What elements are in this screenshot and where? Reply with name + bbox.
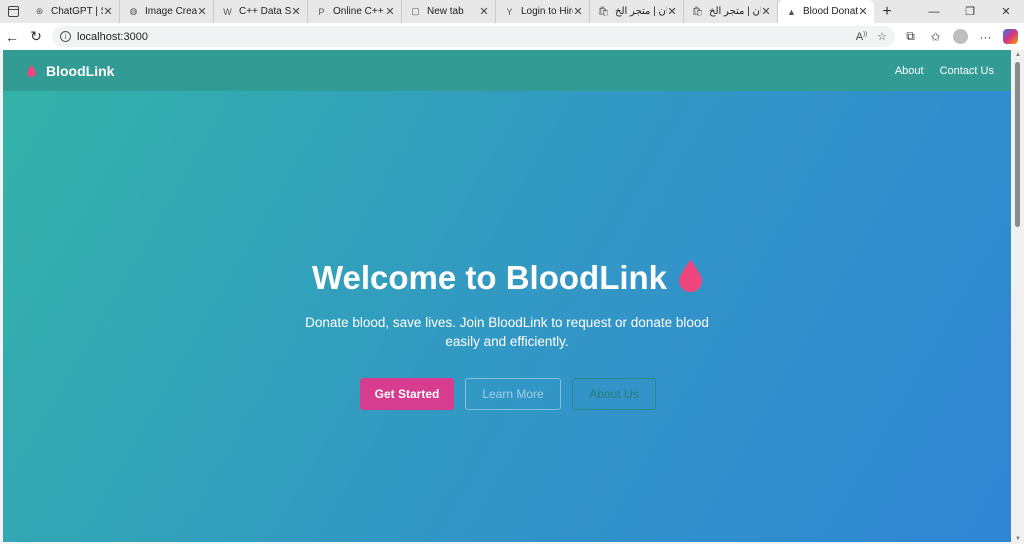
nav-links: About Contact Us: [895, 65, 994, 77]
y-icon: Y: [506, 6, 513, 17]
tab-title: Blood Donatio: [803, 6, 858, 17]
close-tab-icon[interactable]: ✕: [573, 5, 583, 18]
compiler-icon: P: [318, 6, 325, 17]
browser-tab[interactable]: Y Login to Hire F✕: [496, 0, 590, 23]
w3-icon: W: [223, 6, 232, 17]
hero-title: Welcome to BloodLink: [3, 259, 1011, 297]
profile-avatar[interactable]: [948, 23, 973, 50]
image-icon: ◍: [129, 6, 138, 16]
back-button[interactable]: ←: [0, 25, 24, 49]
site-info-icon[interactable]: i: [60, 31, 71, 42]
hero-title-text: Welcome to BloodLink: [311, 259, 668, 296]
scroll-up-icon[interactable]: ▲: [1015, 52, 1021, 58]
tab-title: Online C++ Co: [333, 6, 385, 17]
blood-drop-icon: [679, 259, 703, 293]
tab-actions-icon[interactable]: [0, 0, 26, 23]
learn-more-button[interactable]: Learn More: [465, 378, 561, 410]
about-us-button[interactable]: About Us: [572, 378, 656, 410]
address-input[interactable]: [77, 30, 677, 43]
reload-button[interactable]: ↻: [24, 25, 48, 49]
newtab-icon: ▢: [411, 6, 420, 16]
next-icon: ▲: [787, 6, 796, 17]
nav-about-link[interactable]: About: [895, 65, 924, 77]
browser-toolbar: ← ↻ i A)) ☆ ⧉ ✩ ···: [0, 23, 1024, 50]
tab-title: الفنان | متجر الخ: [709, 6, 761, 17]
scroll-down-icon[interactable]: ▼: [1015, 536, 1021, 542]
page-scrollbar[interactable]: ▲ ▼: [1012, 50, 1024, 544]
tab-title: الفنان | متجر الخ: [615, 6, 667, 17]
address-bar[interactable]: i A)) ☆: [52, 26, 895, 47]
blood-drop-icon: [27, 64, 36, 77]
nav-contact-link[interactable]: Contact Us: [940, 65, 994, 77]
hero-section: Welcome to BloodLink Donate blood, save …: [3, 91, 1011, 542]
brand-name: BloodLink: [46, 62, 115, 79]
browser-tab[interactable]: 🛍 الفنان | متجر الخ✕: [590, 0, 684, 23]
close-tab-icon[interactable]: ✕: [103, 5, 113, 18]
chatgpt-icon: ⊛: [35, 6, 44, 16]
shop-icon: 🛍: [691, 6, 704, 16]
browser-tab[interactable]: 🛍 الفنان | متجر الخ✕: [684, 0, 778, 23]
restore-button[interactable]: ❐: [952, 0, 988, 23]
minimize-button[interactable]: —: [916, 0, 952, 23]
browser-tab[interactable]: W C++ Data Struc✕: [214, 0, 308, 23]
tab-title: New tab: [427, 6, 464, 17]
scrollbar-thumb[interactable]: [1015, 62, 1020, 227]
browser-tab[interactable]: ▲ Blood Donatio✕: [778, 0, 874, 23]
tab-strip: ⊛ChatGPT | Smar✕◍Image Creation✕WC++ Dat…: [0, 0, 1024, 23]
extensions-icon[interactable]: ⧉: [898, 23, 923, 50]
hero-buttons: Get Started Learn More About Us: [360, 378, 656, 410]
hero-subtitle: Donate blood, save lives. Join BloodLink…: [305, 315, 709, 349]
close-tab-icon[interactable]: ✕: [479, 5, 489, 18]
tab-title: Login to Hire F: [521, 6, 573, 17]
brand[interactable]: BloodLink: [27, 63, 114, 79]
window-controls: — ❐ ✕: [916, 0, 1024, 23]
close-tab-icon[interactable]: ✕: [858, 5, 868, 18]
close-window-button[interactable]: ✕: [988, 0, 1024, 23]
browser-tab[interactable]: ▢ New tab ✕: [402, 0, 496, 23]
browser-tab[interactable]: P Online C++ Co✕: [308, 0, 402, 23]
new-tab-button[interactable]: +: [874, 0, 900, 23]
close-tab-icon[interactable]: ✕: [291, 5, 301, 18]
browser-tab[interactable]: ◍ Image Creation✕: [120, 0, 214, 23]
tab-title: ChatGPT | Smar: [51, 6, 103, 17]
browser-tab[interactable]: ⊛ ChatGPT | Smar✕: [26, 0, 120, 23]
page-viewport: BloodLink About Contact Us Welcome to Bl…: [3, 50, 1011, 542]
close-tab-icon[interactable]: ✕: [761, 5, 771, 18]
close-tab-icon[interactable]: ✕: [197, 5, 207, 18]
favorites-icon[interactable]: ✩: [923, 23, 948, 50]
shop-icon: 🛍: [597, 6, 610, 16]
get-started-button[interactable]: Get Started: [360, 378, 454, 410]
more-menu-icon[interactable]: ···: [973, 23, 998, 50]
close-tab-icon[interactable]: ✕: [667, 5, 677, 18]
site-navbar: BloodLink About Contact Us: [3, 50, 1011, 91]
favorite-star-icon[interactable]: ☆: [877, 30, 887, 43]
copilot-icon[interactable]: [998, 23, 1023, 50]
tab-title: C++ Data Struc: [239, 6, 291, 17]
tab-title: Image Creation: [145, 6, 197, 17]
close-tab-icon[interactable]: ✕: [385, 5, 395, 18]
read-aloud-icon[interactable]: A)): [856, 31, 867, 43]
